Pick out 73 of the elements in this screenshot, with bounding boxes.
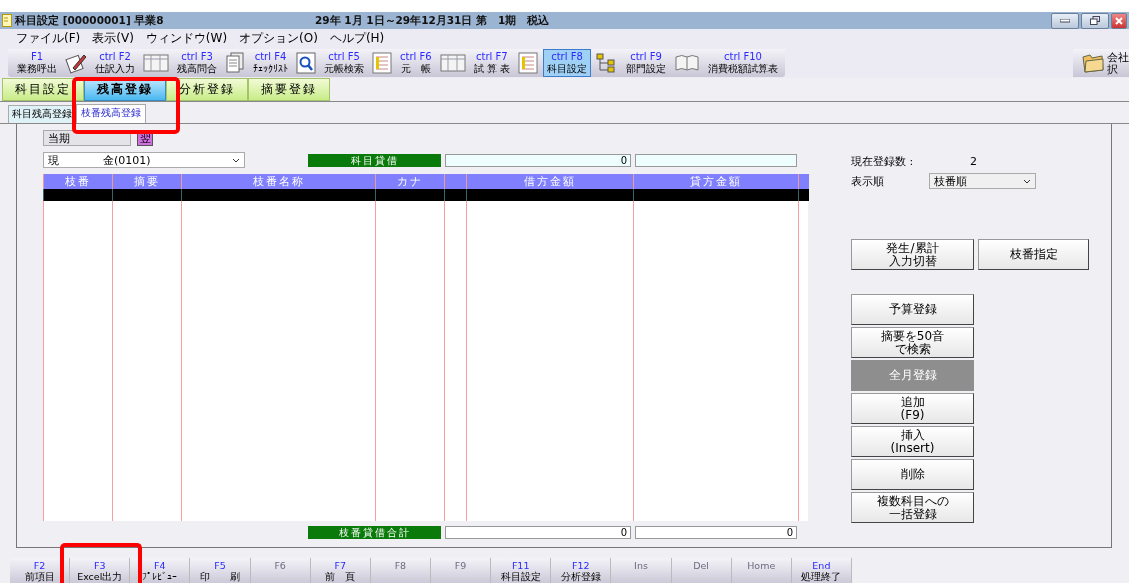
chevron-down-icon — [1023, 178, 1031, 184]
book-icon — [673, 53, 700, 73]
count-label: 現在登録数 : — [851, 154, 915, 169]
action-button[interactable]: 追加 (F9) — [851, 393, 974, 424]
toolbar-button[interactable]: ctrl F10 消費税額試算表 — [704, 50, 781, 76]
function-key[interactable]: F11 科目設定 — [491, 558, 552, 583]
menu-item[interactable]: ファイル(F) — [10, 30, 87, 47]
menu-item[interactable]: オプション(O) — [233, 30, 324, 47]
sort-label: 表示順 — [851, 173, 885, 189]
restore-button[interactable] — [1081, 12, 1109, 29]
tree-icon — [595, 52, 618, 74]
function-key[interactable]: F5 印 刷 — [190, 558, 251, 583]
window-title: 科目設定 [00000001] 早業8 — [15, 13, 165, 28]
column-header: 借方金額 — [466, 174, 634, 189]
action-button[interactable]: 予算登録 — [851, 294, 974, 325]
column-header — [798, 174, 809, 189]
action-button[interactable]: 摘要を50音 で検索 — [851, 327, 974, 358]
pen-icon — [65, 52, 87, 74]
function-key[interactable]: F4 ﾌﾟﾚﾋﾞｭｰ — [130, 558, 191, 583]
action-button[interactable]: 削除 — [851, 459, 974, 490]
column-header: 枝番 — [43, 174, 113, 189]
action-button[interactable]: 発生/累計 入力切替 — [851, 239, 974, 270]
account-select[interactable]: 現 金(0101) — [43, 152, 245, 168]
debit-field: 0 — [445, 153, 631, 167]
function-key[interactable]: F7 前 頁 — [310, 558, 371, 583]
function-key[interactable]: F2 前項目 — [10, 558, 71, 583]
toolbar-button[interactable]: ctrl F8 科目設定 — [542, 49, 591, 77]
total-credit-field: 0 — [635, 526, 797, 539]
minimize-icon — [1060, 18, 1070, 23]
action-button[interactable]: 挿入 (Insert) — [851, 426, 974, 457]
toolbar-button[interactable]: ctrl F7 試 算 表 — [470, 50, 513, 76]
subtab[interactable]: 枝番残高登録 — [76, 104, 146, 123]
function-key[interactable]: End 処理終了 — [791, 558, 852, 583]
column-header: 摘要 — [112, 174, 182, 189]
ledger-icon — [143, 53, 169, 73]
sheet-icon — [372, 52, 392, 74]
toolbar-button[interactable]: ctrl F3 残高問合 — [174, 50, 220, 76]
toolbar-button[interactable]: ctrl F5 元帳検索 — [321, 50, 367, 76]
action-button[interactable]: 枝番指定 — [978, 239, 1089, 270]
close-icon — [1115, 16, 1123, 25]
folder-icon — [1081, 52, 1105, 74]
count-value: 2 — [969, 155, 978, 168]
column-header: 枝番名称 — [181, 174, 376, 189]
restore-icon — [1090, 16, 1100, 25]
sort-select[interactable]: 枝番順 — [929, 173, 1036, 189]
tab[interactable]: 分析登録 — [166, 78, 248, 101]
ledger-icon — [439, 53, 466, 73]
column-header: カナ — [375, 174, 445, 189]
toolbar-button[interactable]: ctrl F9 部門設定 — [622, 50, 669, 76]
sheet-icon — [517, 52, 538, 74]
toolbar-button[interactable]: ctrl F6 元 帳 — [397, 50, 435, 76]
pages-icon — [225, 52, 245, 74]
column-header — [444, 174, 467, 189]
period-text: 29年 1月 1日～29年12月31日 第 1期 税込 — [315, 13, 550, 28]
total-debit-field: 0 — [445, 526, 631, 539]
total-label: 枝番貸借合計 — [308, 526, 441, 539]
menu-item[interactable]: ウィンドウ(W) — [139, 30, 234, 47]
menu-item[interactable]: ヘルプ(H) — [323, 30, 391, 47]
tab[interactable]: 科目設定 — [2, 78, 84, 101]
toolbar-button[interactable]: F1 業務呼出 — [14, 50, 60, 76]
close-button[interactable] — [1111, 12, 1127, 29]
column-header: 貸方金額 — [633, 174, 799, 189]
toolbar-button[interactable]: ctrl F2 仕訳入力 — [92, 50, 138, 76]
tab[interactable]: 摘要登録 — [248, 78, 330, 101]
function-key[interactable]: F12 分析登録 — [551, 558, 612, 583]
menu-item[interactable]: 表示(V) — [86, 30, 140, 47]
function-key[interactable]: F3 Excel出力 — [70, 558, 131, 583]
balance-label: 科目貸借 — [308, 153, 441, 167]
action-button[interactable]: 複数科目への 一括登録 — [851, 492, 974, 523]
app-icon — [2, 14, 12, 27]
toolbar-button[interactable]: ctrl F4 ﾁｪｯｸﾘｽﾄ — [250, 50, 291, 76]
chevron-down-icon — [232, 157, 240, 163]
search-icon — [296, 52, 316, 74]
